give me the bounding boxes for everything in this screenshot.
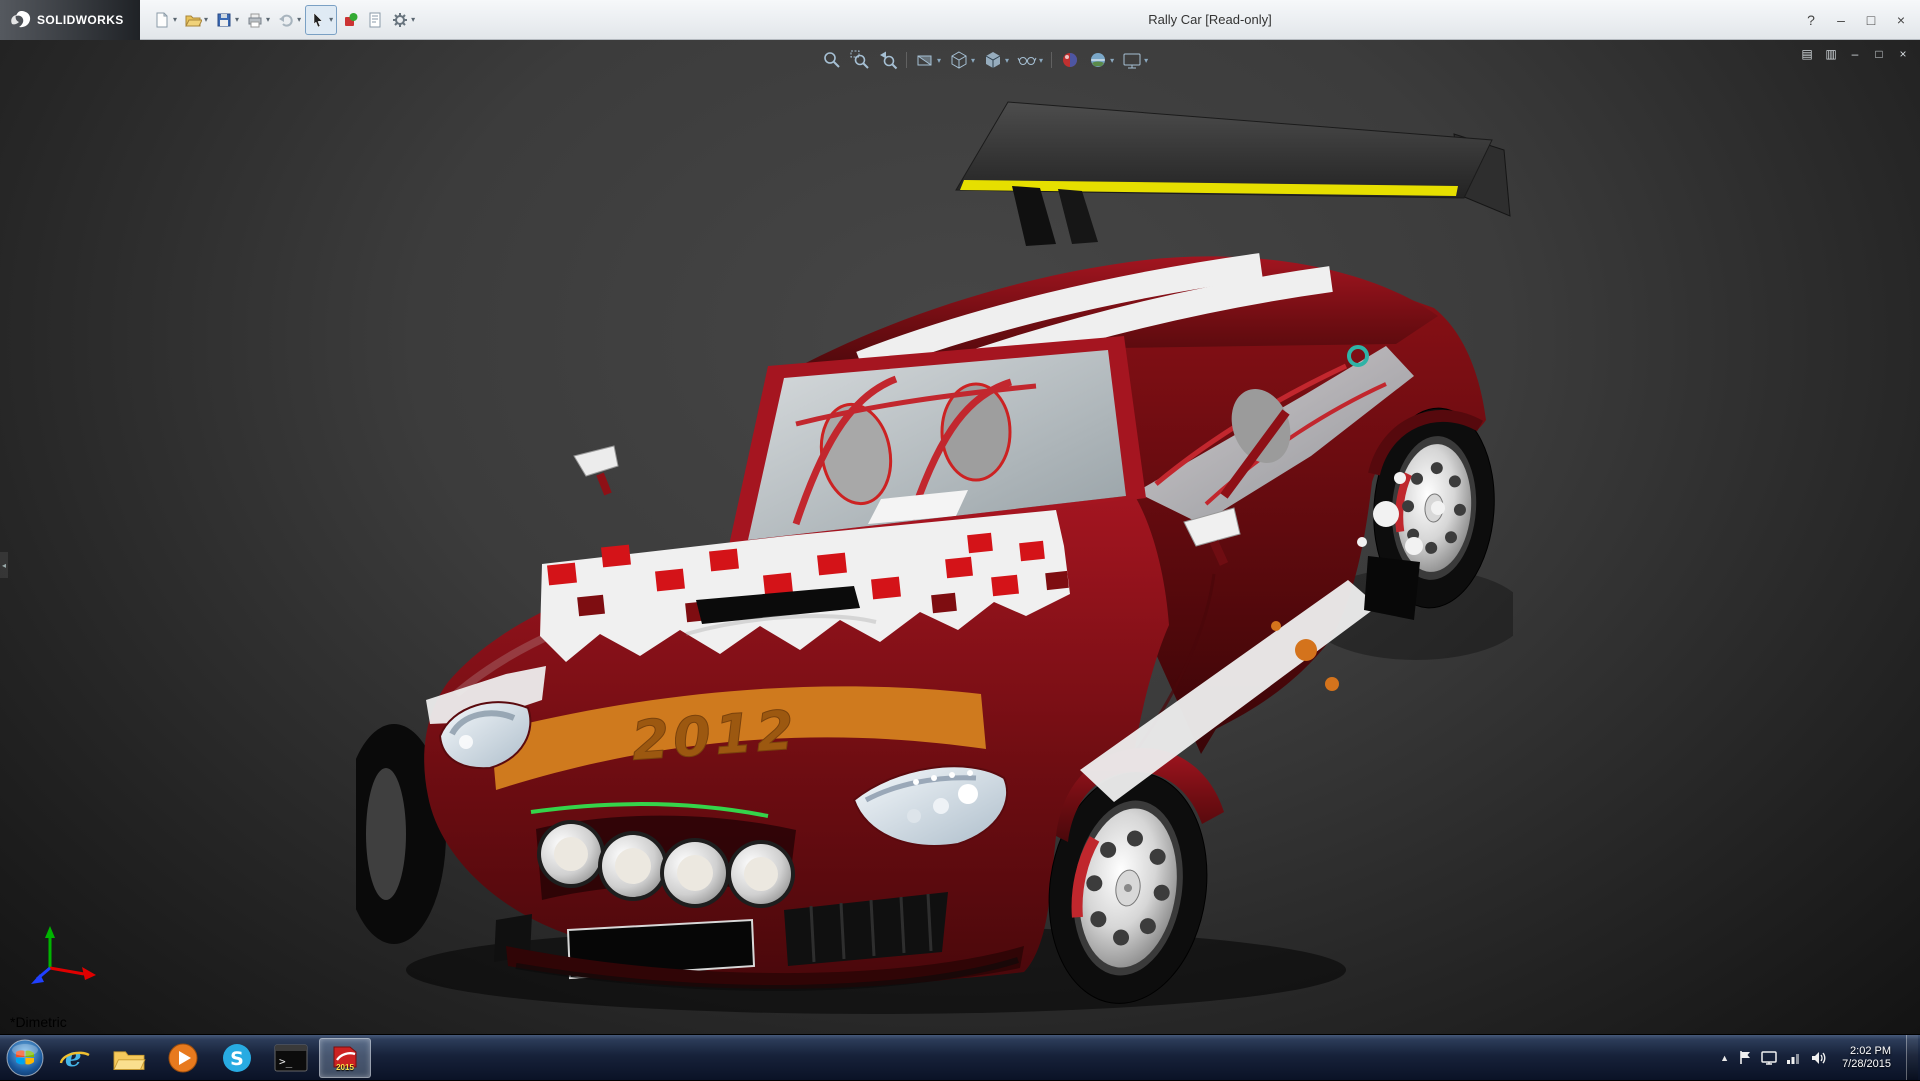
rebuild-icon	[341, 11, 359, 29]
hidden-icons-chevron[interactable]: ▲	[1720, 1053, 1729, 1063]
command-prompt-icon: >_	[274, 1044, 308, 1072]
brand-text: SOLIDWORKS	[37, 13, 124, 27]
new-document-button[interactable]: ▾	[150, 5, 180, 35]
dropdown-caret[interactable]: ▾	[204, 15, 208, 24]
undo-icon	[277, 11, 295, 29]
dropdown-caret[interactable]: ▾	[173, 15, 177, 24]
window-pane-left-icon[interactable]: ▤	[1796, 45, 1818, 63]
collapse-panel-arrow[interactable]: ◂	[0, 552, 8, 578]
section-view-icon[interactable]: ▾	[915, 50, 941, 70]
window-pane-right-icon[interactable]: ▥	[1820, 45, 1842, 63]
open-folder-icon	[184, 11, 202, 29]
taskbar-windows-explorer[interactable]	[103, 1038, 155, 1078]
select-cursor-icon	[309, 11, 327, 29]
open-button[interactable]: ▾	[181, 5, 211, 35]
doc-close-button[interactable]: ×	[1892, 45, 1914, 63]
folder-icon	[111, 1043, 147, 1073]
taskbar-skype[interactable]: S	[211, 1038, 263, 1078]
file-properties-icon	[366, 11, 384, 29]
dropdown-caret[interactable]: ▾	[1005, 56, 1009, 65]
dropdown-caret[interactable]: ▾	[329, 15, 333, 24]
main-toolbar: ▾ ▾ ▾ ▾ ▾	[140, 5, 418, 35]
taskbar-solidworks-2015[interactable]: 2015	[319, 1038, 371, 1078]
taskbar-internet-explorer[interactable]: e	[49, 1038, 101, 1078]
app-titlebar: SOLIDWORKS ▾ ▾ ▾	[0, 0, 1920, 40]
dropdown-caret[interactable]: ▾	[937, 56, 941, 65]
taskbar-command-prompt[interactable]: >_	[265, 1038, 317, 1078]
solidworks-version-badge: 2015	[336, 1064, 354, 1072]
dropdown-caret[interactable]: ▾	[266, 15, 270, 24]
doc-minimize-button[interactable]: –	[1844, 45, 1866, 63]
new-document-icon	[153, 11, 171, 29]
display-style-icon[interactable]: ▾	[983, 50, 1009, 70]
skype-icon: S	[221, 1042, 253, 1074]
solidworks-brand-block: SOLIDWORKS	[0, 0, 140, 40]
doc-restore-button[interactable]: □	[1868, 45, 1890, 63]
orientation-triad	[24, 924, 104, 988]
dropdown-caret[interactable]: ▾	[297, 15, 301, 24]
close-button[interactable]: ×	[1886, 7, 1916, 33]
media-player-icon	[167, 1042, 199, 1074]
rebuild-button[interactable]	[338, 5, 362, 35]
options-gear-icon	[391, 11, 409, 29]
undo-button[interactable]: ▾	[274, 5, 304, 35]
start-button[interactable]	[2, 1035, 48, 1081]
svg-text:S: S	[230, 1048, 244, 1070]
select-button[interactable]: ▾	[305, 5, 337, 35]
system-tray: ▲ 2:02 PM 7/28/2015	[1720, 1035, 1920, 1080]
minimize-button[interactable]: –	[1826, 7, 1856, 33]
dropdown-caret[interactable]: ▾	[971, 56, 975, 65]
svg-text:>_: >_	[279, 1055, 293, 1068]
maximize-button[interactable]: □	[1856, 7, 1886, 33]
options-button[interactable]: ▾	[388, 5, 418, 35]
dropdown-caret[interactable]: ▾	[1110, 56, 1114, 65]
clock-date: 7/28/2015	[1842, 1058, 1891, 1071]
view-settings-icon[interactable]: ▾	[1122, 50, 1148, 70]
window-controls: ? – □ ×	[1796, 0, 1916, 40]
graphics-viewport[interactable]: ▾ ▾ ▾ ▾ ▾ ▾ ▤ ▥ – □ ×	[0, 40, 1920, 1034]
windows-taskbar: e S >_ 2015 ▲	[0, 1034, 1920, 1080]
network-icon[interactable]	[1786, 1051, 1802, 1065]
rally-car-model[interactable]: 2012	[356, 94, 1513, 1034]
edit-appearance-icon[interactable]	[1060, 50, 1080, 70]
hide-show-items-icon[interactable]: ▾	[1017, 50, 1043, 70]
3ds-logo-icon	[8, 9, 32, 31]
taskbar-clock[interactable]: 2:02 PM 7/28/2015	[1836, 1045, 1897, 1071]
internet-explorer-icon: e	[58, 1042, 92, 1074]
previous-view-icon[interactable]	[878, 50, 898, 70]
save-icon	[215, 11, 233, 29]
headsup-view-toolbar: ▾ ▾ ▾ ▾ ▾ ▾	[818, 48, 1152, 72]
svg-text:e: e	[65, 1043, 82, 1073]
toolbar-separator	[906, 52, 907, 68]
dropdown-caret[interactable]: ▾	[1144, 56, 1148, 65]
print-button[interactable]: ▾	[243, 5, 273, 35]
car-decal-year: 2012	[630, 698, 800, 772]
help-button[interactable]: ?	[1796, 7, 1826, 33]
view-orientation-icon[interactable]: ▾	[949, 50, 975, 70]
view-orientation-label: *Dimetric	[10, 1014, 67, 1030]
show-desktop-button[interactable]	[1906, 1035, 1918, 1080]
save-button[interactable]: ▾	[212, 5, 242, 35]
action-center-flag-icon[interactable]	[1738, 1050, 1752, 1065]
dropdown-caret[interactable]: ▾	[235, 15, 239, 24]
windows-start-icon	[5, 1038, 45, 1078]
system-window-icon[interactable]	[1761, 1051, 1777, 1065]
toolbar-separator	[1051, 52, 1052, 68]
volume-icon[interactable]	[1811, 1051, 1827, 1065]
clock-time: 2:02 PM	[1842, 1045, 1891, 1058]
dropdown-caret[interactable]: ▾	[1039, 56, 1043, 65]
window-title: Rally Car [Read-only]	[1040, 12, 1380, 27]
apply-scene-icon[interactable]: ▾	[1088, 50, 1114, 70]
print-icon	[246, 11, 264, 29]
file-properties-button[interactable]	[363, 5, 387, 35]
dropdown-caret[interactable]: ▾	[411, 15, 415, 24]
zoom-to-area-icon[interactable]	[850, 50, 870, 70]
document-window-controls: ▤ ▥ – □ ×	[1796, 45, 1914, 63]
taskbar-media-player[interactable]	[157, 1038, 209, 1078]
zoom-to-fit-icon[interactable]	[822, 50, 842, 70]
